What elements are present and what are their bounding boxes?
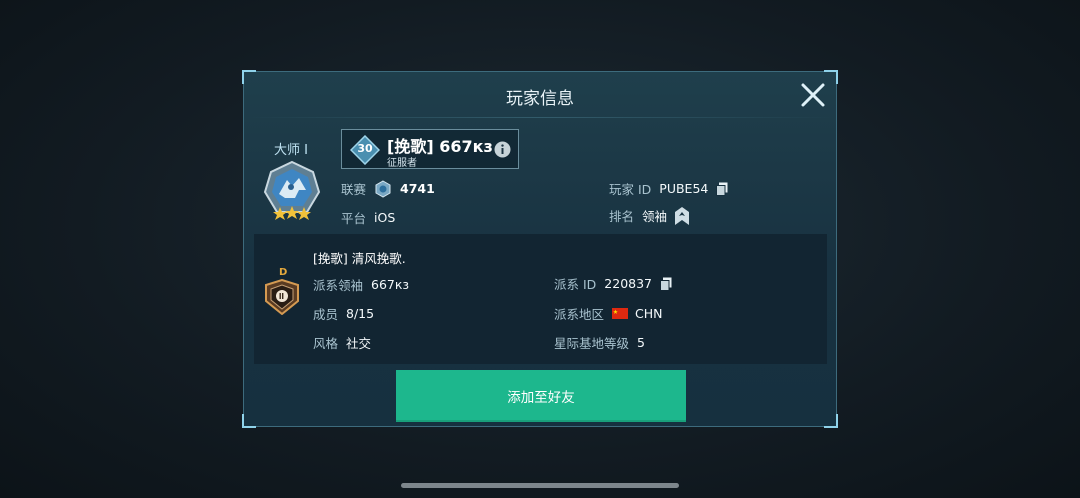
clan-members-row: 成员 8/15: [313, 304, 374, 323]
clan-members-value: 8/15: [346, 306, 375, 321]
dialog-title: 玩家信息: [506, 89, 574, 109]
player-title: 征服者: [387, 158, 417, 169]
clan-region-row: 派系地区 CHN: [554, 304, 663, 323]
info-icon[interactable]: [494, 141, 511, 158]
clan-id-label: 派系 ID: [554, 277, 597, 292]
clan-base-level-row: 星际基地等级 5: [554, 333, 645, 352]
clan-emblem-icon: [265, 279, 299, 315]
clan-panel: D [挽歌] 清风挽歌. 派系领袖 667кз 成员 8/15 风格 社交 派系…: [254, 234, 827, 364]
platform-row: 平台 iOS: [341, 208, 395, 227]
clan-id-value: 220837: [604, 276, 653, 291]
rank-label: 大师 I: [274, 143, 308, 158]
clan-style-label: 风格: [313, 336, 339, 351]
player-id-label: 玩家 ID: [609, 182, 652, 197]
clan-leader-label: 派系领袖: [313, 278, 364, 293]
clan-members-label: 成员: [313, 307, 339, 322]
platform-value: iOS: [374, 210, 396, 225]
player-info-dialog: 玩家信息 大师 I 30 [挽歌] 667кз 征服者 联赛 4741 平台 i…: [242, 70, 838, 428]
clan-name: [挽歌] 清风挽歌.: [313, 251, 406, 266]
clan-region-label: 派系地区: [554, 307, 605, 322]
clan-base-level-value: 5: [637, 335, 645, 350]
clan-region-value: CHN: [635, 306, 663, 321]
league-value: 4741: [400, 181, 435, 196]
frame-corner: [242, 414, 256, 428]
clan-id-row: 派系 ID 220837: [554, 274, 672, 293]
ranking-value: 领袖: [642, 209, 668, 224]
copy-icon[interactable]: [660, 277, 672, 291]
ranking-row: 排名 领袖: [609, 206, 690, 225]
clan-style-value: 社交: [346, 336, 372, 351]
league-label: 联赛: [341, 182, 367, 197]
rank-chevron-icon: [675, 206, 690, 225]
player-name-card: 30 [挽歌] 667кз 征服者: [341, 129, 519, 169]
close-icon[interactable]: [800, 82, 826, 108]
player-level: 30: [357, 142, 373, 155]
player-id-value: PUBE54: [659, 181, 709, 196]
player-id-row: 玩家 ID PUBE54: [609, 179, 728, 198]
platform-label: 平台: [341, 211, 367, 226]
china-flag-icon: [612, 308, 629, 319]
add-friend-button[interactable]: 添加至好友: [396, 370, 686, 422]
frame-corner: [824, 70, 838, 84]
master-rank-emblem-icon: [263, 160, 321, 220]
league-row: 联赛 4741: [341, 179, 435, 198]
league-icon: [375, 179, 391, 198]
clan-leader-value: 667кз: [371, 277, 410, 292]
copy-icon[interactable]: [716, 182, 728, 196]
clan-style-row: 风格 社交: [313, 333, 371, 352]
clan-base-level-label: 星际基地等级: [554, 336, 630, 351]
title-divider: [244, 117, 836, 118]
home-indicator[interactable]: [401, 483, 679, 488]
frame-corner: [242, 70, 256, 84]
frame-corner: [824, 414, 838, 428]
clan-tier: D: [279, 267, 288, 278]
clan-leader-row: 派系领袖 667кз: [313, 275, 409, 294]
ranking-label: 排名: [609, 209, 635, 224]
